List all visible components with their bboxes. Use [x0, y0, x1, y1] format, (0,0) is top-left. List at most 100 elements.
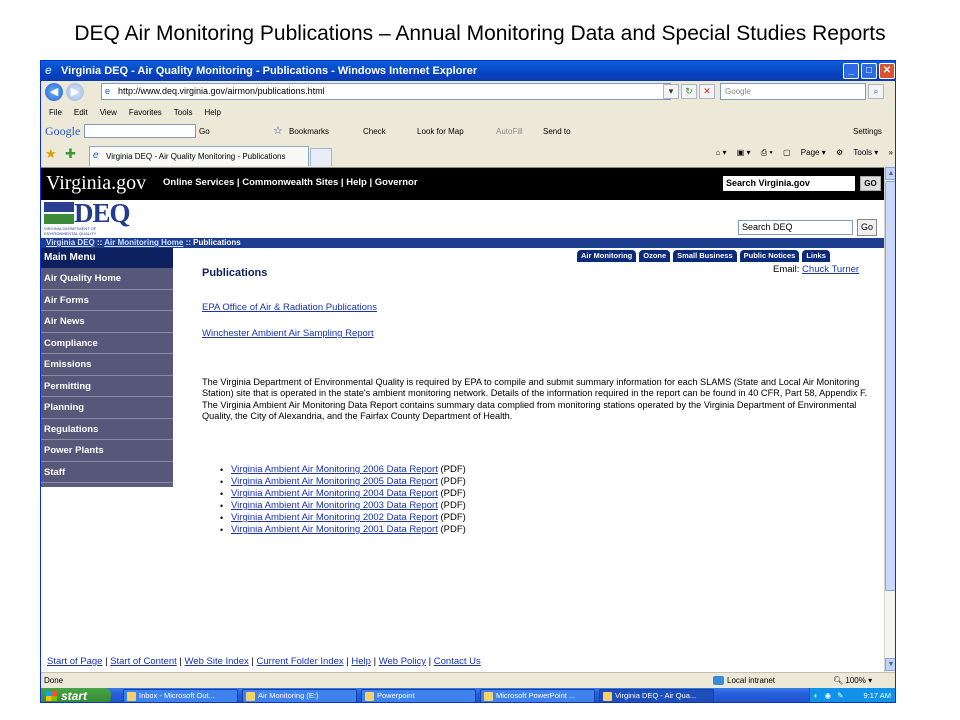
google-go-button[interactable]: Go — [199, 121, 210, 142]
back-button[interactable]: ◀ — [45, 83, 63, 101]
sidebar-item-emissions[interactable]: Emissions — [41, 354, 173, 376]
footer-help[interactable]: Help — [351, 656, 371, 667]
search-virginia-input[interactable]: Search Virginia.gov — [723, 176, 855, 191]
autofill-button[interactable]: AutoFill — [496, 121, 523, 142]
task-label: Microsoft PowerPoint ... — [496, 691, 576, 700]
deq-go-button[interactable]: Go — [857, 219, 877, 236]
check-button[interactable]: Check — [363, 121, 386, 142]
report-2005-link[interactable]: Virginia Ambient Air Monitoring 2005 Dat… — [231, 476, 438, 487]
refresh-icon[interactable]: ↻ — [681, 84, 697, 99]
intro-paragraph: The Virginia Department of Environmental… — [202, 377, 868, 421]
tab-virginia-deq[interactable]: e Virginia DEQ - Air Quality Monitoring … — [89, 146, 309, 166]
sidebar-item-air-quality-home[interactable]: Air Quality Home — [41, 268, 173, 290]
top-links[interactable]: Online Services | Commonwealth Sites | H… — [163, 177, 418, 188]
ie-icon — [603, 692, 612, 701]
bookmark-star-icon[interactable]: ☆ — [273, 121, 283, 142]
list-item: Virginia Ambient Air Monitoring 2006 Dat… — [217, 464, 637, 476]
deq-logo[interactable]: DEQ VIRGINIA DEPARTMENT OF ENVIRONMENTAL… — [44, 198, 131, 236]
menu-file[interactable]: File — [49, 108, 62, 117]
sidebar-item-planning[interactable]: Planning — [41, 397, 173, 419]
more-icon[interactable]: » — [889, 148, 893, 157]
footer-start-of-page[interactable]: Start of Page — [47, 656, 102, 667]
minimize-button[interactable]: _ — [843, 63, 859, 79]
print-icon[interactable]: ⎙ ▾ — [761, 148, 773, 157]
home-icon[interactable]: ⌂ ▾ — [715, 148, 726, 157]
footer-separator: | — [248, 656, 257, 667]
menu-bar: File Edit View Favorites Tools Help — [41, 105, 895, 121]
sidebar-item-regulations[interactable]: Regulations — [41, 418, 173, 440]
menu-favorites[interactable]: Favorites — [129, 108, 162, 117]
footer-current-folder-index[interactable]: Current Folder Index — [257, 656, 344, 667]
url-field[interactable]: e http://www.deq.virginia.gov/airmon/pub… — [101, 83, 671, 100]
google-toolbar-input[interactable] — [84, 124, 196, 138]
winchester-report-link[interactable]: Winchester Ambient Air Sampling Report — [202, 328, 374, 339]
tab-air-monitoring[interactable]: Air Monitoring — [577, 250, 637, 262]
window-titlebar[interactable]: e Virginia DEQ - Air Quality Monitoring … — [41, 61, 895, 81]
tools-menu[interactable]: ⚙ Tools ▾ — [836, 148, 878, 157]
search-icon[interactable]: ⌕ — [868, 84, 884, 99]
start-button[interactable]: start — [41, 688, 111, 702]
tab-small-business[interactable]: Small Business — [673, 250, 737, 262]
sidebar-item-staff[interactable]: Staff — [41, 461, 173, 483]
page-menu[interactable]: ▢ Page ▾ — [783, 148, 826, 157]
task-air-monitoring-drive[interactable]: Air Monitoring (E:) — [242, 689, 357, 702]
list-item: Virginia Ambient Air Monitoring 2004 Dat… — [217, 488, 637, 500]
tray-icons[interactable]: ◐ ◉ ✎ — [814, 688, 846, 702]
sidebar-item-air-news[interactable]: Air News — [41, 311, 173, 333]
email-contact-link[interactable]: Chuck Turner — [802, 264, 859, 275]
settings-button[interactable]: Settings — [853, 121, 882, 142]
sidebar-item-power-plants[interactable]: Power Plants — [41, 440, 173, 462]
zoom-level[interactable]: 🔍︎ 100% ▾ — [833, 673, 872, 689]
menu-edit[interactable]: Edit — [74, 108, 88, 117]
google-search-input[interactable]: Google — [720, 83, 866, 100]
send-to-button[interactable]: Send to — [543, 121, 571, 142]
favorites-star-icon[interactable]: ★ — [45, 147, 57, 161]
footer-web-policy[interactable]: Web Policy — [379, 656, 426, 667]
vertical-scrollbar[interactable]: ▲ ▼ — [884, 167, 895, 672]
task-powerpoint-folder[interactable]: Powerpoint — [361, 689, 476, 702]
epa-publications-link[interactable]: EPA Office of Air & Radiation Publicatio… — [202, 302, 377, 313]
task-inbox-outlook[interactable]: Inbox - Microsoft Out... — [123, 689, 238, 702]
menu-view[interactable]: View — [100, 108, 117, 117]
tab-ozone[interactable]: Ozone — [639, 250, 671, 262]
sidebar-item-permitting[interactable]: Permitting — [41, 375, 173, 397]
url-dropdown-icon[interactable]: ▾ — [663, 84, 679, 99]
add-favorite-icon[interactable]: ✚ — [65, 147, 76, 161]
feeds-icon[interactable]: ▣ ▾ — [737, 148, 751, 157]
pdf-label: (PDF) — [437, 512, 466, 523]
scroll-up-icon[interactable]: ▲ — [885, 167, 895, 180]
report-2003-link[interactable]: Virginia Ambient Air Monitoring 2003 Dat… — [231, 500, 438, 511]
search-deq-input[interactable]: Search DEQ — [738, 220, 853, 235]
task-virginia-deq-ie[interactable]: Virginia DEQ - Air Qua... — [599, 689, 714, 702]
task-microsoft-powerpoint[interactable]: Microsoft PowerPoint ... — [480, 689, 595, 702]
tab-public-notices[interactable]: Public Notices — [739, 250, 800, 262]
forward-button[interactable]: ▶ — [66, 83, 84, 101]
tab-links[interactable]: Links — [802, 250, 830, 262]
footer-web-site-index[interactable]: Web Site Index — [185, 656, 249, 667]
report-2002-link[interactable]: Virginia Ambient Air Monitoring 2002 Dat… — [231, 512, 438, 523]
close-button[interactable]: ✕ — [879, 63, 895, 79]
scrollbar-thumb[interactable] — [885, 181, 895, 591]
report-2006-link[interactable]: Virginia Ambient Air Monitoring 2006 Dat… — [231, 464, 438, 475]
footer-links: Start of Page | Start of Content | Web S… — [47, 656, 481, 667]
footer-contact-us[interactable]: Contact Us — [434, 656, 481, 667]
window-title: Virginia DEQ - Air Quality Monitoring - … — [61, 65, 478, 77]
scroll-down-icon[interactable]: ▼ — [885, 658, 895, 671]
sidebar-item-compliance[interactable]: Compliance — [41, 332, 173, 354]
stop-icon[interactable]: ✕ — [699, 84, 715, 99]
maximize-button[interactable]: □ — [861, 63, 877, 79]
footer-start-of-content[interactable]: Start of Content — [110, 656, 177, 667]
virginia-go-button[interactable]: GO — [860, 176, 881, 191]
report-2004-link[interactable]: Virginia Ambient Air Monitoring 2004 Dat… — [231, 488, 438, 499]
menu-tools[interactable]: Tools — [174, 108, 193, 117]
breadcrumb-air-monitoring-home[interactable]: Air Monitoring Home — [104, 238, 183, 247]
bookmarks-button[interactable]: Bookmarks — [289, 121, 329, 142]
report-2001-link[interactable]: Virginia Ambient Air Monitoring 2001 Dat… — [231, 524, 438, 535]
sidebar-item-air-forms[interactable]: Air Forms — [41, 289, 173, 311]
breadcrumb-virginia-deq[interactable]: Virginia DEQ — [46, 238, 95, 247]
menu-help[interactable]: Help — [204, 108, 220, 117]
pdf-label: (PDF) — [437, 464, 466, 475]
new-tab-button[interactable] — [310, 148, 332, 166]
virginia-gov-logo[interactable]: Virginia.gov — [46, 170, 146, 196]
look-for-map-button[interactable]: Look for Map — [417, 121, 464, 142]
